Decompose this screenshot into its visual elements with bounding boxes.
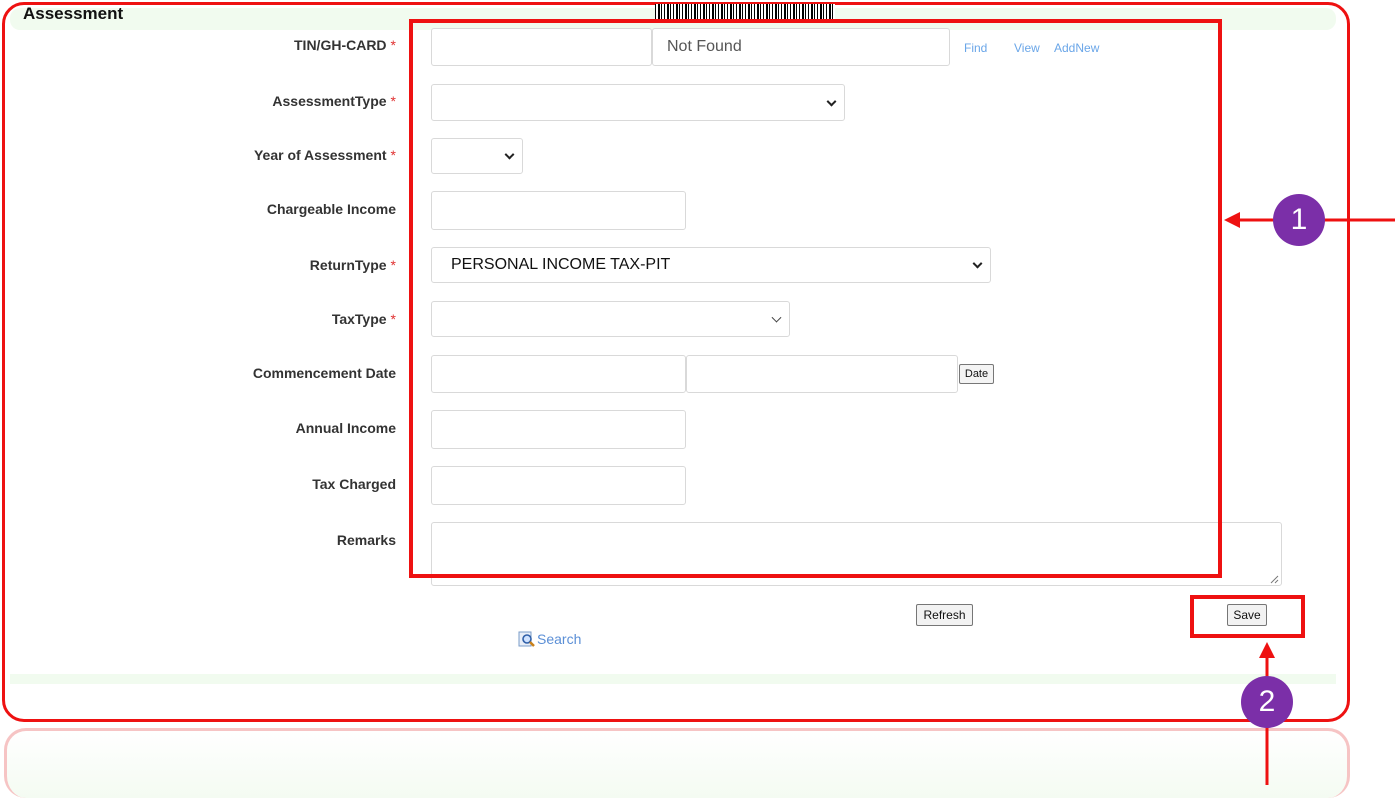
annotation-badge-1: 1 bbox=[1273, 194, 1325, 246]
annotation-badge-2: 2 bbox=[1241, 676, 1293, 728]
annotation-arrows bbox=[1224, 212, 1395, 785]
